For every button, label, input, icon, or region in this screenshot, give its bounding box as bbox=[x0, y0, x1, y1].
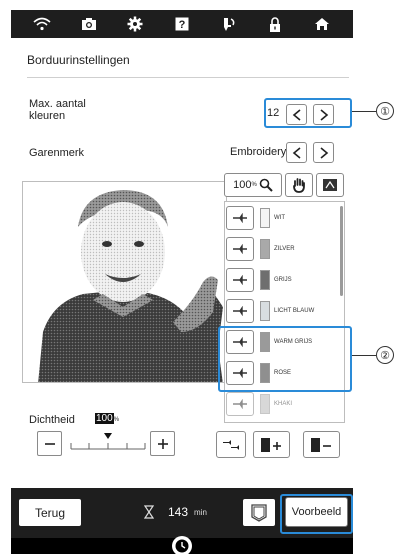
color-rows-highlight bbox=[218, 326, 352, 392]
stitch-time: 143 min bbox=[144, 505, 207, 519]
density-value: 100% bbox=[95, 413, 119, 424]
zoom-unit: % bbox=[251, 182, 257, 188]
gear-icon[interactable] bbox=[121, 13, 149, 35]
needle-icon[interactable] bbox=[215, 13, 243, 35]
needle-icon bbox=[233, 244, 247, 254]
callout-line-2 bbox=[352, 355, 376, 356]
swap-needles-icon bbox=[223, 439, 239, 450]
color-swatch bbox=[260, 301, 270, 321]
density-increase-button[interactable] bbox=[150, 431, 175, 456]
time-value: 143 bbox=[168, 505, 189, 519]
home-icon[interactable] bbox=[308, 13, 336, 35]
magnifier-icon bbox=[259, 178, 273, 192]
color-name: KHAKI bbox=[274, 401, 293, 407]
color-name: LICHT BLAUW bbox=[274, 308, 315, 314]
add-thread-icon bbox=[260, 437, 281, 452]
color-list-scrollbar[interactable] bbox=[340, 206, 343, 296]
divider bbox=[27, 77, 349, 78]
child-photo-image bbox=[23, 182, 226, 382]
needle-icon bbox=[233, 275, 247, 285]
density-decrease-button[interactable] bbox=[37, 431, 62, 456]
top-toolbar: ? bbox=[11, 10, 353, 38]
color-row[interactable]: WIT bbox=[226, 204, 342, 232]
hourglass-icon bbox=[144, 505, 154, 519]
page-title: Borduurinstellingen bbox=[27, 53, 130, 67]
time-unit: min bbox=[194, 507, 207, 517]
add-color-button[interactable] bbox=[253, 431, 290, 458]
stitch-view-icon bbox=[323, 179, 337, 191]
max-colors-highlight bbox=[264, 98, 352, 128]
embroidery-preview[interactable] bbox=[22, 181, 227, 383]
minus-icon bbox=[44, 442, 55, 445]
chevron-right-icon bbox=[319, 146, 328, 159]
needle-position-button[interactable] bbox=[226, 237, 254, 261]
help-icon[interactable]: ? bbox=[168, 13, 196, 35]
color-row[interactable]: ZILVER bbox=[226, 235, 342, 263]
hoop-icon bbox=[251, 503, 267, 522]
zoom-level: 100 bbox=[233, 179, 252, 191]
needle-position-button[interactable] bbox=[226, 299, 254, 323]
callout-line-1 bbox=[352, 111, 376, 112]
lock-icon[interactable] bbox=[261, 13, 289, 35]
density-number: 100 bbox=[95, 413, 114, 424]
chevron-left-icon bbox=[292, 146, 301, 159]
thread-brand-label: Garenmerk bbox=[29, 147, 85, 159]
density-slider-thumb[interactable] bbox=[104, 433, 112, 439]
color-swatch bbox=[260, 239, 270, 259]
embroidery-settings-screen: ? Borduurinstellingen Max. aantal kleure… bbox=[11, 10, 394, 554]
color-row[interactable]: KHAKI bbox=[226, 390, 342, 418]
color-row[interactable]: LICHT BLAUW bbox=[226, 297, 342, 325]
preview-button-highlight bbox=[280, 494, 353, 534]
needle-icon bbox=[233, 213, 247, 223]
density-label: Dichtheid bbox=[29, 414, 75, 426]
thread-brand-next-button[interactable] bbox=[313, 142, 334, 163]
zoom-button[interactable]: 100 % bbox=[224, 173, 282, 197]
display-mode-button[interactable] bbox=[316, 173, 344, 197]
density-slider[interactable] bbox=[69, 429, 147, 451]
max-colors-label: Max. aantal kleuren bbox=[29, 98, 86, 122]
color-swatch bbox=[260, 208, 270, 228]
color-row[interactable]: GRIJS bbox=[226, 266, 342, 294]
color-name: WIT bbox=[274, 215, 285, 221]
clock-icon[interactable] bbox=[172, 536, 192, 554]
pan-button[interactable] bbox=[285, 173, 313, 197]
needle-icon bbox=[233, 399, 247, 409]
thread-brand-value: Embroidery bbox=[230, 146, 287, 158]
plus-icon bbox=[157, 438, 168, 449]
svg-text:?: ? bbox=[179, 19, 186, 31]
camera-icon[interactable] bbox=[75, 13, 103, 35]
color-name: ZILVER bbox=[274, 246, 295, 252]
remove-thread-icon bbox=[310, 437, 331, 452]
callout-2: ② bbox=[376, 346, 394, 364]
needle-icon bbox=[233, 306, 247, 316]
needle-position-button[interactable] bbox=[226, 392, 254, 416]
hand-icon bbox=[293, 178, 305, 193]
remove-color-button[interactable] bbox=[303, 431, 340, 458]
wifi-icon[interactable] bbox=[28, 13, 56, 35]
color-swatch bbox=[260, 394, 270, 414]
back-button[interactable]: Terug bbox=[19, 499, 81, 526]
callout-1: ① bbox=[376, 102, 394, 120]
color-swatch bbox=[260, 270, 270, 290]
density-unit: % bbox=[113, 417, 120, 423]
frame-button[interactable] bbox=[243, 499, 275, 526]
needle-position-button[interactable] bbox=[226, 206, 254, 230]
needle-position-button[interactable] bbox=[226, 268, 254, 292]
color-name: GRIJS bbox=[274, 277, 292, 283]
needle-toggle-button[interactable] bbox=[216, 431, 246, 458]
thread-brand-prev-button[interactable] bbox=[286, 142, 307, 163]
